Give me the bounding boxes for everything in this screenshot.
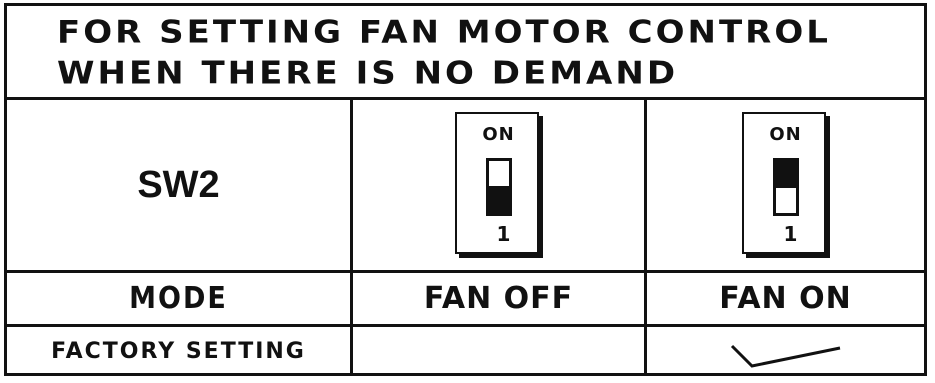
mode-row-label: MODE	[129, 281, 228, 316]
switch-label-cell: SW2	[7, 100, 350, 270]
dip-switch-cell-fan-on: ON 1	[647, 100, 924, 270]
mode-row-label-cell: MODE	[7, 273, 350, 324]
dip-switch-cell-fan-off: ON 1	[353, 100, 644, 270]
mode-fan-on: FAN ON	[719, 281, 852, 316]
switch-label: SW2	[137, 163, 220, 206]
dip-switch-icon-off: ON 1	[454, 112, 543, 258]
title-line-1: FOR SETTING FAN MOTOR CONTROL	[57, 14, 831, 51]
dip-position-number: 1	[783, 222, 798, 246]
dip-switch-body: ON 1	[454, 112, 539, 254]
dip-on-label: ON	[769, 124, 802, 145]
dip-switch-body: ON 1	[741, 112, 826, 254]
dip-position-number: 1	[496, 222, 511, 246]
dip-switch-icon-on: ON 1	[741, 112, 830, 258]
mode-fan-off: FAN OFF	[423, 281, 574, 316]
dip-knob-up	[775, 161, 796, 189]
mode-fan-on-cell: FAN ON	[647, 273, 924, 324]
dip-on-label: ON	[482, 124, 515, 145]
factory-setting-fan-off-cell	[353, 327, 644, 376]
dip-knob-down	[488, 185, 509, 213]
dip-slot	[772, 158, 799, 216]
dip-slot	[485, 158, 512, 216]
table-title-block: FOR SETTING FAN MOTOR CONTROL WHEN THERE…	[7, 6, 924, 100]
settings-table-frame: FOR SETTING FAN MOTOR CONTROL WHEN THERE…	[4, 3, 927, 376]
title-line-2: WHEN THERE IS NO DEMAND	[57, 55, 679, 92]
factory-setting-label-cell: FACTORY SETTING	[7, 327, 350, 376]
factory-setting-label: FACTORY SETTING	[51, 339, 306, 364]
mode-fan-off-cell: FAN OFF	[353, 273, 644, 324]
checkmark-icon	[730, 344, 840, 368]
factory-setting-fan-on-cell	[647, 327, 924, 376]
